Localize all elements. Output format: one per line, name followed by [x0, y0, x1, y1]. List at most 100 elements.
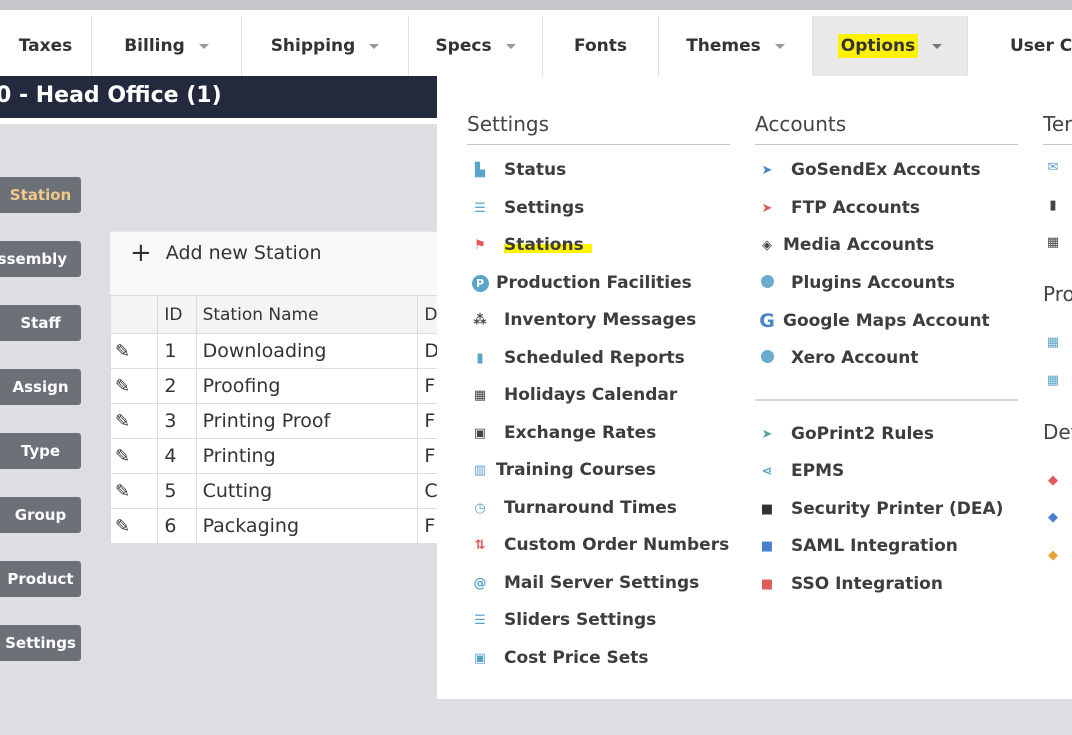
add-new-station-button[interactable]: + Add new Station: [130, 238, 321, 268]
tag-icon[interactable]: ◆: [1043, 548, 1063, 563]
calendar-icon: ▦: [473, 387, 487, 403]
nav-label: Themes: [686, 36, 761, 56]
caret-down-icon: [198, 43, 209, 49]
tag-icon[interactable]: ◆: [1043, 510, 1063, 525]
menu-item-label: Exchange Rates: [504, 423, 657, 443]
menu-item-label: Inventory Messages: [504, 310, 697, 330]
nav-label: Shipping: [270, 36, 356, 56]
menu-item-label: Scheduled Reports: [504, 348, 685, 368]
header-id[interactable]: ID: [157, 295, 197, 334]
nav-options[interactable]: Options: [813, 16, 968, 76]
menu-item-scheduled-reports[interactable]: ▮ Scheduled Reports: [470, 348, 685, 368]
row-station-name: Packaging: [195, 508, 419, 544]
pencil-icon[interactable]: ✎: [109, 333, 159, 369]
menu-item-inventory-messages[interactable]: ⁂ Inventory Messages: [470, 310, 696, 330]
menu-item-cost-price-sets[interactable]: ▣ Cost Price Sets: [470, 648, 649, 668]
money-icon: ▣: [473, 650, 487, 666]
top-strip: [0, 0, 1072, 10]
menu-item-turnaround-times[interactable]: ◷ Turnaround Times: [470, 498, 677, 518]
pencil-icon[interactable]: ✎: [109, 508, 159, 544]
menu-item-label: Status: [504, 160, 567, 180]
row-id: 4: [157, 438, 197, 474]
grid-icon[interactable]: ▦: [1043, 335, 1063, 350]
menu-item-sso-integration[interactable]: ■ SSO Integration: [757, 574, 943, 594]
sliders-icon: ☰: [474, 200, 486, 216]
menu-item-exchange-rates[interactable]: ▣ Exchange Rates: [470, 423, 656, 443]
menu-item-status[interactable]: ▙ Status: [470, 160, 566, 180]
menu-item-goprint2-rules[interactable]: ➤ GoPrint2 Rules: [757, 424, 934, 444]
pencil-icon[interactable]: ✎: [109, 438, 159, 474]
tag-icon[interactable]: ◆: [1043, 473, 1063, 488]
google-icon: G: [759, 310, 775, 332]
sidebar-button-settings[interactable]: Settings: [0, 625, 81, 661]
sidebar-button-staff[interactable]: Staff: [0, 305, 81, 341]
caret-down-icon: [774, 43, 785, 49]
table-icon[interactable]: ▦: [1043, 235, 1063, 250]
p-badge-icon: P: [470, 274, 490, 292]
menu-item-google-maps-account[interactable]: G Google Maps Account: [757, 310, 990, 332]
paper-plane-icon: ➤: [761, 162, 773, 178]
menu-item-label: EPMS: [791, 461, 845, 481]
page-title: 0 - Head Office (1): [0, 83, 222, 108]
at-icon: @: [473, 575, 487, 591]
menu-item-holidays-calendar[interactable]: ▦ Holidays Calendar: [470, 385, 677, 405]
pencil-icon[interactable]: ✎: [109, 368, 159, 404]
sidebar-button-product[interactable]: Product: [0, 561, 81, 597]
row-station-name: Printing: [195, 438, 419, 474]
row-id: 5: [157, 473, 197, 509]
row-station-name: Downloading: [195, 333, 419, 369]
page-title-bar: 0 - Head Office (1): [0, 76, 437, 118]
menu-item-label: Plugins Accounts: [791, 273, 955, 293]
menu-item-epms[interactable]: ⋖ EPMS: [757, 461, 845, 481]
grid-icon[interactable]: ▦: [1043, 373, 1063, 388]
sidebar-button-assign[interactable]: Assign: [0, 369, 81, 405]
table-row: ✎ 6 Packaging F: [109, 508, 440, 544]
menu-item-plugins-accounts[interactable]: Plugins Accounts: [757, 273, 955, 293]
nav-themes[interactable]: Themes: [659, 16, 813, 76]
menu-item-ftp-accounts[interactable]: ➤ FTP Accounts: [757, 198, 920, 218]
nav-label: Billing: [124, 36, 185, 56]
header-station-name[interactable]: Station Name: [195, 295, 419, 334]
pdf-icon[interactable]: ▮: [1043, 198, 1063, 213]
cubes-icon: ⁂: [473, 312, 487, 328]
menu-item-security-printer[interactable]: ■ Security Printer (DEA): [757, 499, 1004, 519]
row-id: 2: [157, 368, 197, 404]
menu-item-training-courses[interactable]: ▥ Training Courses: [470, 460, 656, 480]
nav-taxes[interactable]: Taxes: [0, 16, 92, 76]
menu-item-media-accounts[interactable]: ◈ Media Accounts: [757, 235, 934, 255]
nav-user-cr[interactable]: User Cr: [968, 16, 1072, 76]
top-nav: Taxes Billing Shipping Specs Fonts Theme…: [0, 16, 1072, 76]
code-icon: ◈: [762, 237, 772, 253]
nav-label: Taxes: [18, 36, 73, 56]
nav-label: Specs: [435, 36, 492, 56]
envelope-icon[interactable]: ✉: [1043, 160, 1063, 175]
caret-down-icon: [932, 43, 943, 49]
menu-item-label: Cost Price Sets: [504, 648, 649, 668]
sidebar-button-station[interactable]: Station: [0, 177, 81, 213]
menu-item-gosendex-accounts[interactable]: ➤ GoSendEx Accounts: [757, 160, 981, 180]
menu-item-mail-server-settings[interactable]: @ Mail Server Settings: [470, 573, 700, 593]
nav-fonts[interactable]: Fonts: [543, 16, 659, 76]
row-station-name: Printing Proof: [195, 403, 419, 439]
pencil-icon[interactable]: ✎: [109, 473, 159, 509]
menu-item-custom-order-numbers[interactable]: ⇅ Custom Order Numbers: [470, 535, 730, 555]
menu-item-saml-integration[interactable]: ■ SAML Integration: [757, 536, 958, 556]
money-icon: ▣: [473, 425, 487, 441]
menu-item-stations[interactable]: ⚑ Stations: [470, 235, 592, 255]
table-row: ✎ 5 Cutting C: [109, 473, 440, 509]
menu-item-label: Media Accounts: [783, 235, 935, 255]
options-dropdown-menu: Settings ▙ Status ☰ Settings ⚑ Stations P Pr…: [437, 76, 1072, 699]
pencil-icon[interactable]: ✎: [109, 403, 159, 439]
sidebar-button-group[interactable]: Group: [0, 497, 81, 533]
nav-shipping[interactable]: Shipping: [242, 16, 409, 76]
menu-item-production-facilities[interactable]: P Production Facilities: [470, 273, 692, 293]
nav-label: Options: [837, 34, 919, 58]
sidebar-button-assembly[interactable]: Assembly: [0, 241, 81, 277]
menu-item-xero-account[interactable]: Xero Account: [757, 348, 918, 368]
menu-item-settings[interactable]: ☰ Settings: [470, 198, 584, 218]
nav-billing[interactable]: Billing: [92, 16, 242, 76]
sidebar-button-type[interactable]: Type: [0, 433, 81, 469]
plus-icon: +: [130, 238, 152, 268]
nav-specs[interactable]: Specs: [409, 16, 543, 76]
menu-item-sliders-settings[interactable]: ☰ Sliders Settings: [470, 610, 656, 630]
